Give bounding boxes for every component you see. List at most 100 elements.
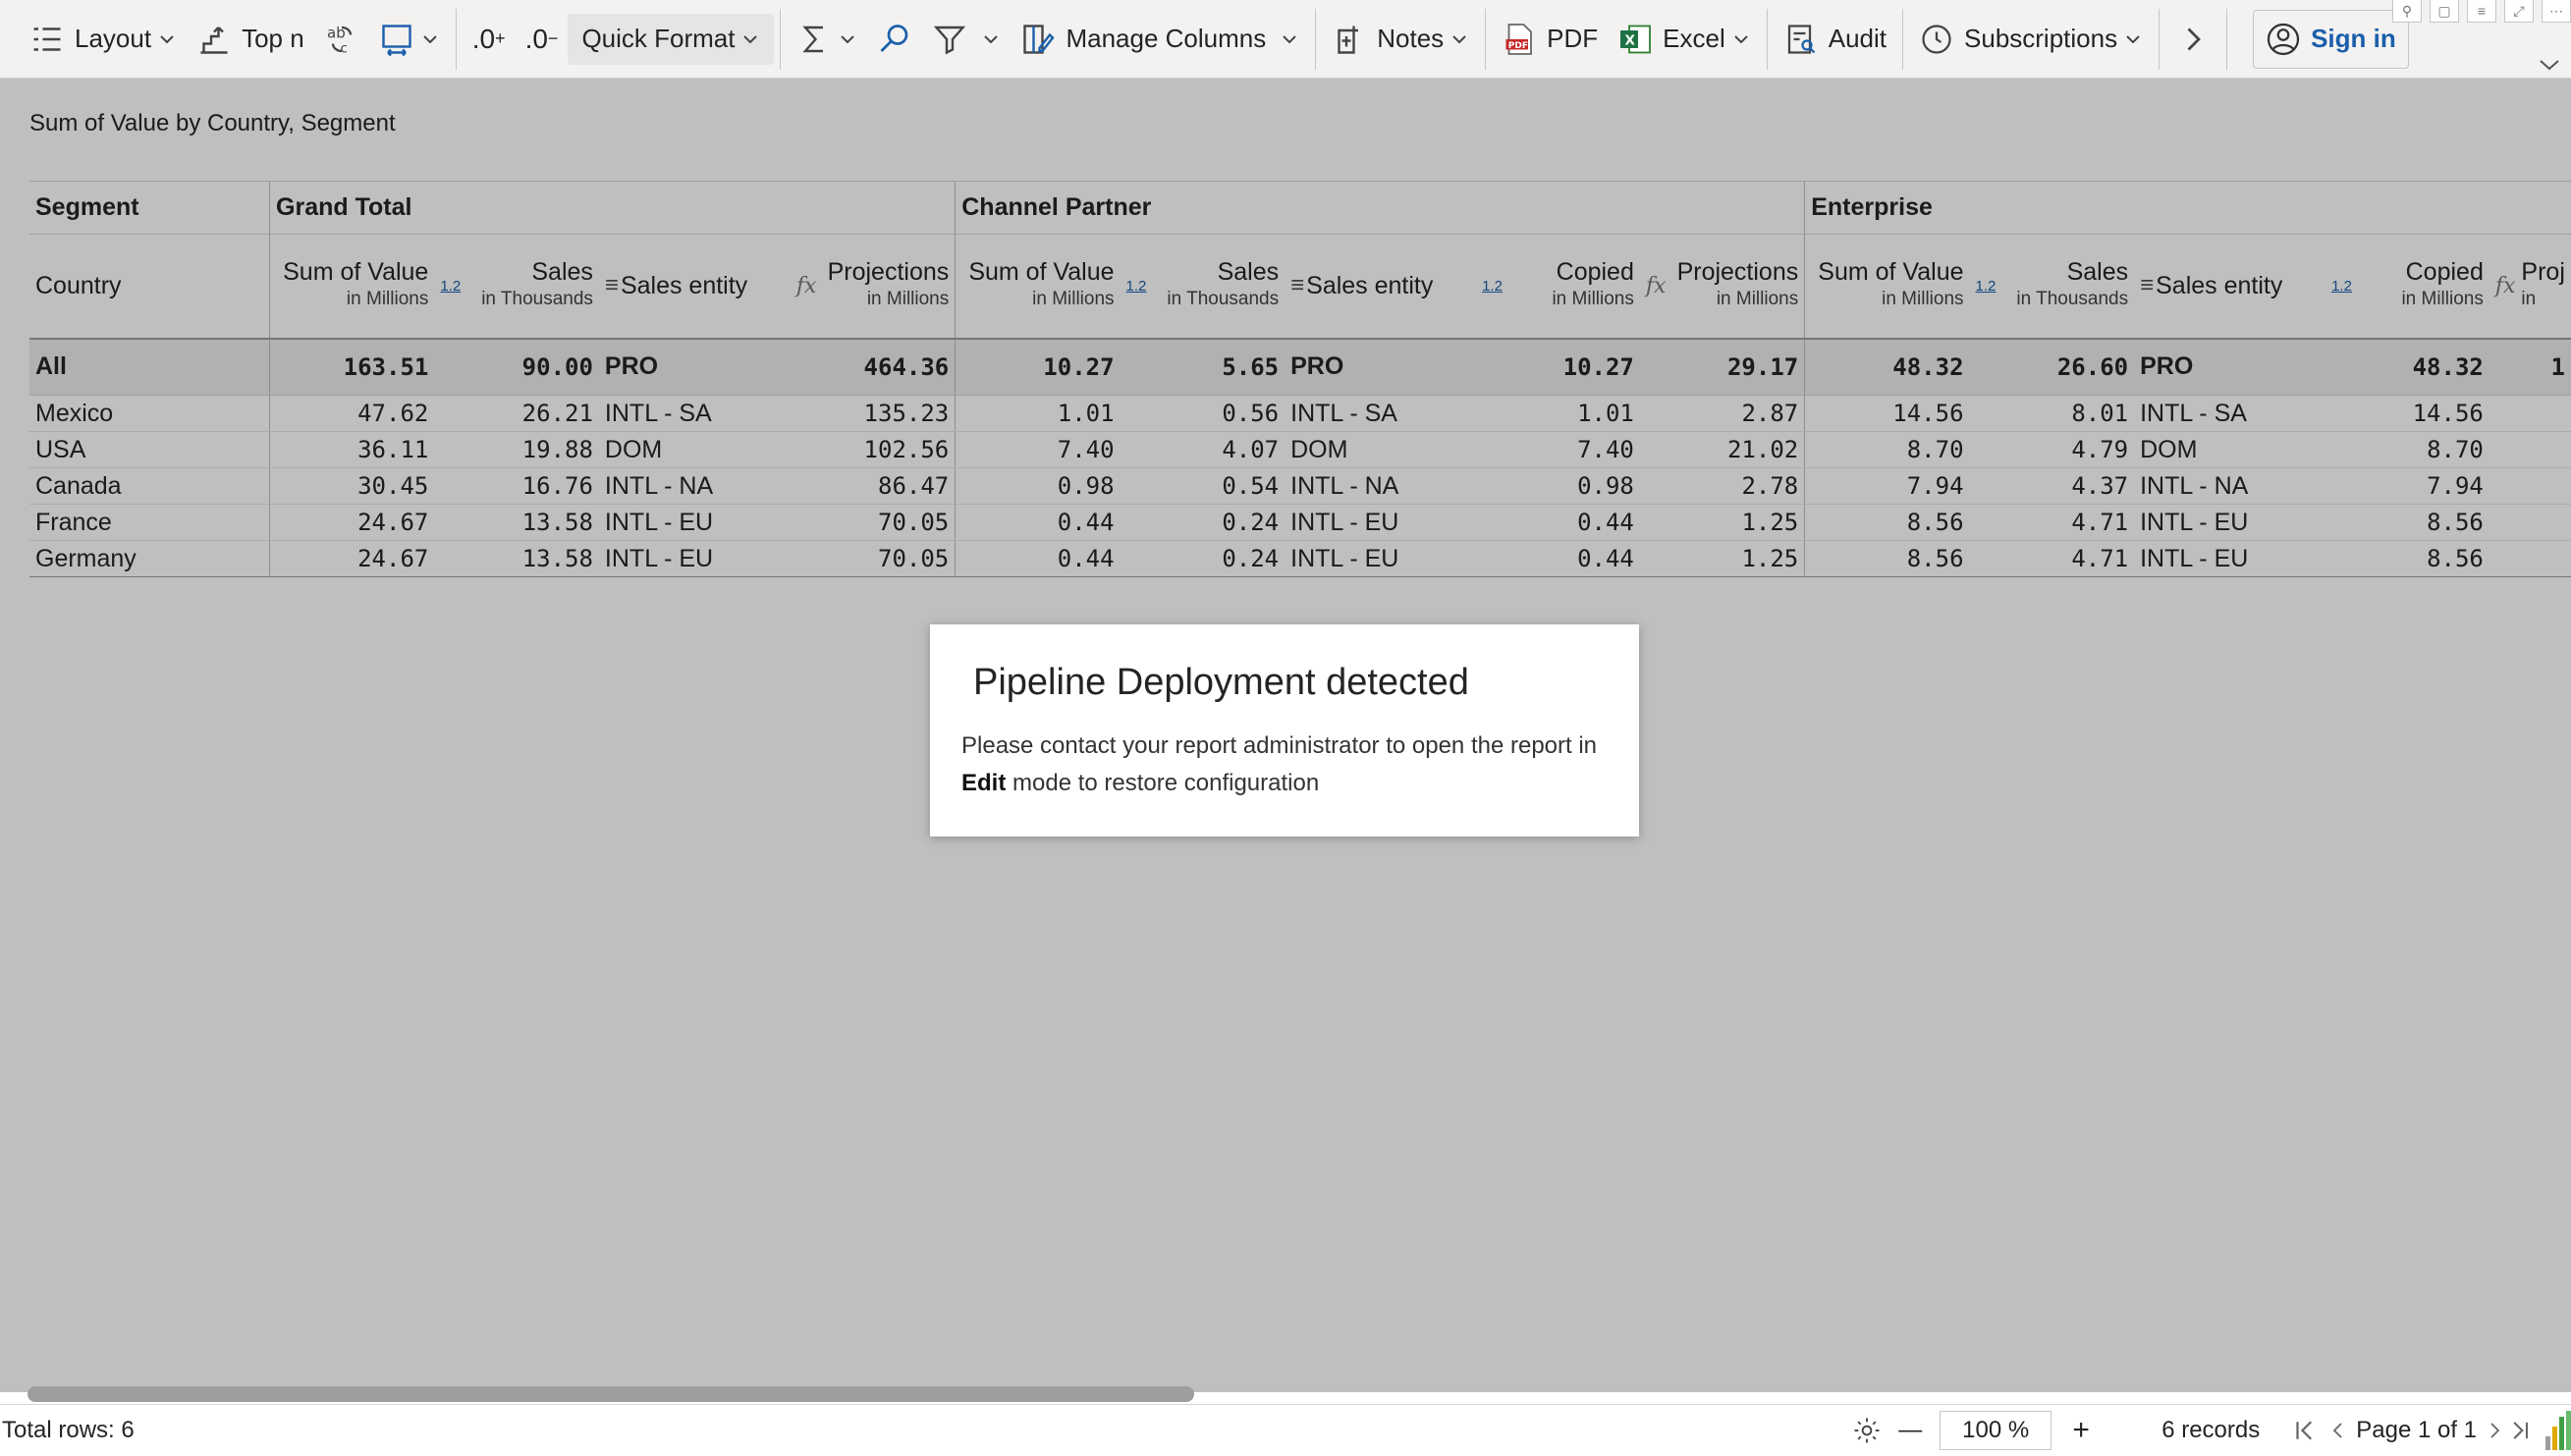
resize-icon xyxy=(381,24,411,56)
audit-button[interactable]: Audit xyxy=(1774,10,1896,69)
more-options-icon[interactable]: ⋯ xyxy=(2542,0,2571,23)
toolbar-divider xyxy=(1315,8,1317,70)
notes-button[interactable]: Notes xyxy=(1322,10,1479,69)
chevron-down-icon xyxy=(743,34,758,43)
subscriptions-button[interactable]: Subscriptions xyxy=(1909,10,2153,69)
dialog-message-edit: Edit xyxy=(961,770,1007,796)
toolbar-divider xyxy=(1902,8,1904,70)
chevron-down-icon xyxy=(1283,34,1296,43)
total-rows: Total rows: 6 xyxy=(2,1416,135,1443)
minus-icon: — xyxy=(1898,1416,1923,1443)
last-page-button[interactable] xyxy=(2506,1409,2534,1452)
replace-text-button[interactable]: ab c xyxy=(314,10,369,69)
chevron-down-icon[interactable] xyxy=(2538,55,2561,75)
manage-columns-icon xyxy=(1023,24,1056,54)
search-button[interactable] xyxy=(867,10,922,69)
pin-icon[interactable]: ⚲ xyxy=(2392,0,2422,23)
filter-icon xyxy=(934,26,966,54)
dialog-message-suffix: mode to restore configuration xyxy=(1012,770,1320,796)
focus-mode-icon[interactable]: ⤢ xyxy=(2504,0,2534,23)
chevron-down-icon xyxy=(160,34,174,43)
plus-icon: + xyxy=(495,28,506,48)
zoom-in-button[interactable]: + xyxy=(2059,1409,2103,1452)
last-page-icon xyxy=(2513,1421,2529,1439)
filter-button[interactable] xyxy=(922,10,1011,69)
zoom-input[interactable]: 100 % xyxy=(1940,1410,2052,1450)
toolbar: Layout Top n ab c .0 + .0− Quick Format Ma… xyxy=(0,0,2571,79)
footer-controls: — 100 % + 6 records Page 1 of 1 xyxy=(1845,1405,2571,1456)
plus-icon: + xyxy=(2072,1413,2090,1446)
decrease-decimal-label: .0 xyxy=(524,23,548,54)
decrease-decimal-button[interactable]: .0− xyxy=(516,10,569,69)
chevron-down-icon xyxy=(2126,34,2140,43)
dialog-title: Pipeline Deployment detected xyxy=(973,662,1469,703)
zoom-out-button[interactable]: — xyxy=(1888,1409,1932,1452)
pdf-label: PDF xyxy=(1547,24,1599,53)
topn-icon xyxy=(200,26,228,54)
copy-icon[interactable]: ▢ xyxy=(2430,0,2459,23)
prev-page-button[interactable] xyxy=(2326,1409,2350,1452)
visual-header-icons: ⚲ ▢ ≡ ⤢ ⋯ xyxy=(2392,0,2571,23)
gear-icon xyxy=(1854,1418,1880,1442)
sign-in-button[interactable]: Sign in xyxy=(2253,9,2409,69)
svg-text:X: X xyxy=(1625,32,1636,48)
chevron-down-icon xyxy=(422,34,437,43)
toolbar-divider xyxy=(1766,8,1768,70)
brand-logo-icon xyxy=(2545,1410,2571,1450)
increase-decimal-button[interactable]: .0 + xyxy=(463,10,516,69)
user-icon xyxy=(2267,23,2300,55)
toolbar-divider xyxy=(2226,8,2228,70)
increase-decimal-label: .0 xyxy=(471,23,496,54)
footer-bar: Total rows: 6 — 100 % + 6 records Page 1… xyxy=(0,1404,2571,1455)
minus-icon: − xyxy=(547,28,559,48)
toolbar-more-button[interactable] xyxy=(2165,10,2220,69)
search-icon xyxy=(881,24,908,52)
filter-icon[interactable]: ≡ xyxy=(2467,0,2496,23)
subscriptions-label: Subscriptions xyxy=(1964,24,2118,53)
manage-columns-button[interactable]: Manage Columns xyxy=(1011,10,1309,69)
quick-format-label: Quick Format xyxy=(581,24,736,53)
pdf-icon: PDF xyxy=(1505,23,1533,55)
chevron-left-icon xyxy=(2332,1422,2342,1438)
sum-button[interactable] xyxy=(787,10,867,69)
pipeline-deployment-dialog: Pipeline Deployment detected Please cont… xyxy=(930,624,1639,836)
records-count: 6 records xyxy=(2161,1416,2261,1443)
audit-icon xyxy=(1787,24,1816,54)
manage-columns-label: Manage Columns xyxy=(1066,24,1267,53)
next-page-button[interactable] xyxy=(2483,1409,2506,1452)
clock-icon xyxy=(1922,24,1951,54)
chevron-right-icon xyxy=(2187,27,2202,50)
svg-text:c: c xyxy=(340,40,347,56)
toolbar-divider xyxy=(780,8,782,70)
notes-label: Notes xyxy=(1377,24,1445,53)
toolbar-divider xyxy=(2159,8,2161,70)
chevron-down-icon xyxy=(1734,34,1748,43)
excel-icon: X xyxy=(1620,25,1652,53)
first-page-icon xyxy=(2296,1420,2313,1440)
quick-format-dropdown[interactable]: Quick Format xyxy=(568,13,775,65)
pdf-export-button[interactable]: PDF PDF xyxy=(1492,10,1608,69)
excel-export-button[interactable]: X Excel xyxy=(1608,10,1761,69)
chevron-down-icon xyxy=(984,34,999,43)
chevron-right-icon xyxy=(2490,1422,2500,1438)
excel-label: Excel xyxy=(1663,24,1725,53)
replace-text-icon: abc xyxy=(327,24,352,56)
notes-icon xyxy=(1338,26,1359,54)
first-page-button[interactable] xyxy=(2283,1409,2326,1452)
toolbar-divider xyxy=(455,8,457,70)
layout-button[interactable]: Layout xyxy=(20,10,187,69)
resize-button[interactable] xyxy=(369,10,450,69)
topn-label: Top n xyxy=(242,24,304,53)
settings-button[interactable] xyxy=(1845,1409,1888,1452)
chevron-down-icon xyxy=(1452,34,1466,43)
layout-icon xyxy=(33,27,61,51)
sigma-icon xyxy=(802,26,824,52)
sign-in-label: Sign in xyxy=(2311,24,2396,53)
dialog-message-prefix: Please contact your report administrator… xyxy=(961,732,1598,759)
audit-label: Audit xyxy=(1828,24,1887,53)
svg-text:PDF: PDF xyxy=(1508,41,1528,51)
dialog-message: Please contact your report administrator… xyxy=(961,728,1610,802)
topn-button[interactable]: Top n xyxy=(187,10,314,69)
page-indicator: Page 1 of 1 xyxy=(2356,1416,2477,1443)
horizontal-scrollbar[interactable] xyxy=(27,1386,1194,1402)
